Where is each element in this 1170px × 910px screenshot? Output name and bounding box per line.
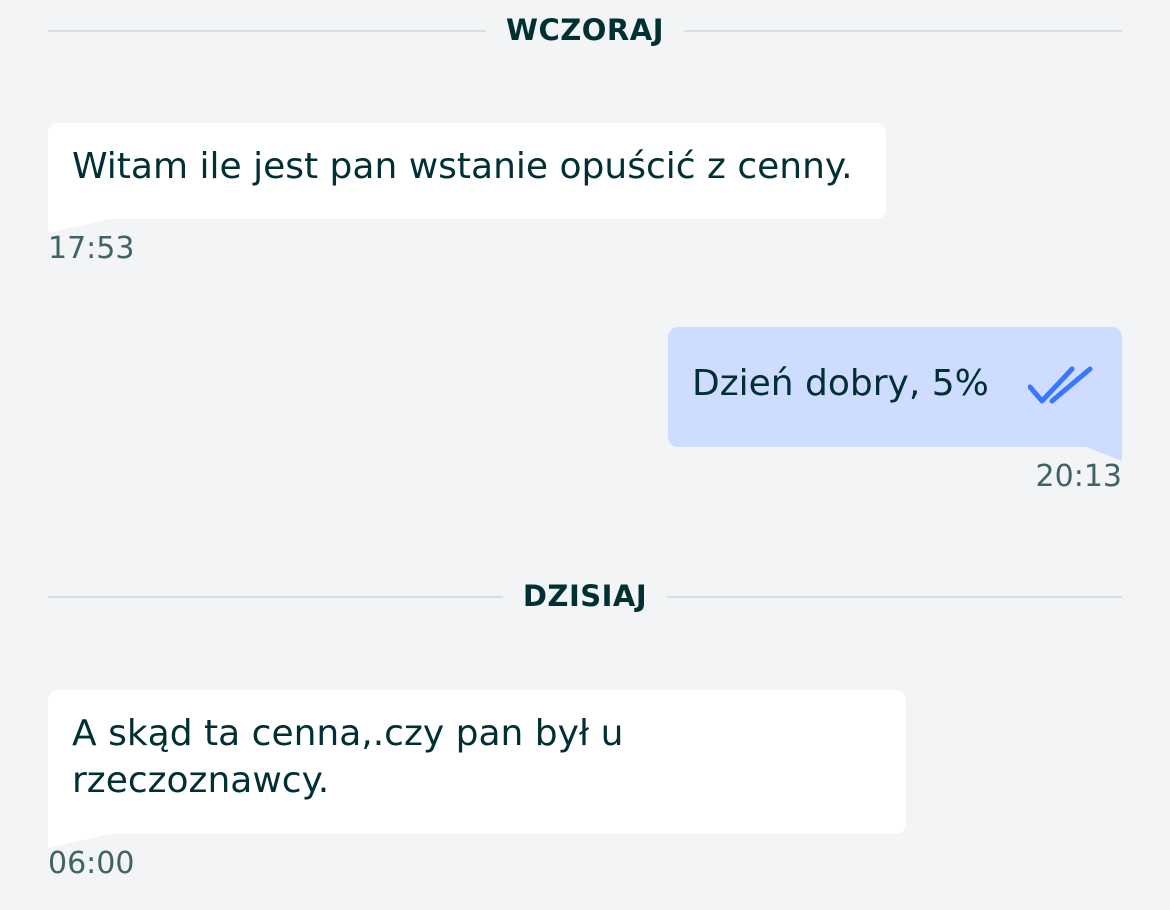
message-bubble-incoming[interactable]: A skąd ta cenna,.czy pan był u rzeczozna…: [48, 690, 906, 848]
date-divider-yesterday: WCZORAJ: [48, 10, 1122, 50]
message-timestamp: 06:00: [48, 846, 135, 881]
message-timestamp: 20:13: [1035, 459, 1122, 494]
date-divider-label: DZISIAJ: [502, 579, 668, 613]
double-check-icon: [1028, 366, 1093, 404]
message-timestamp: 17:53: [48, 231, 135, 266]
message-text: Witam ile jest pan wstanie opuścić z cen…: [72, 146, 853, 187]
message-bubble-outgoing[interactable]: Dzień dobry, 5%: [668, 327, 1122, 461]
message-bubble-incoming[interactable]: Witam ile jest pan wstanie opuścić z cen…: [48, 123, 886, 233]
date-divider-today: DZISIAJ: [48, 576, 1122, 616]
date-divider-label: WCZORAJ: [485, 13, 684, 47]
message-text: A skąd ta cenna,.czy pan był u rzeczozna…: [72, 713, 624, 801]
